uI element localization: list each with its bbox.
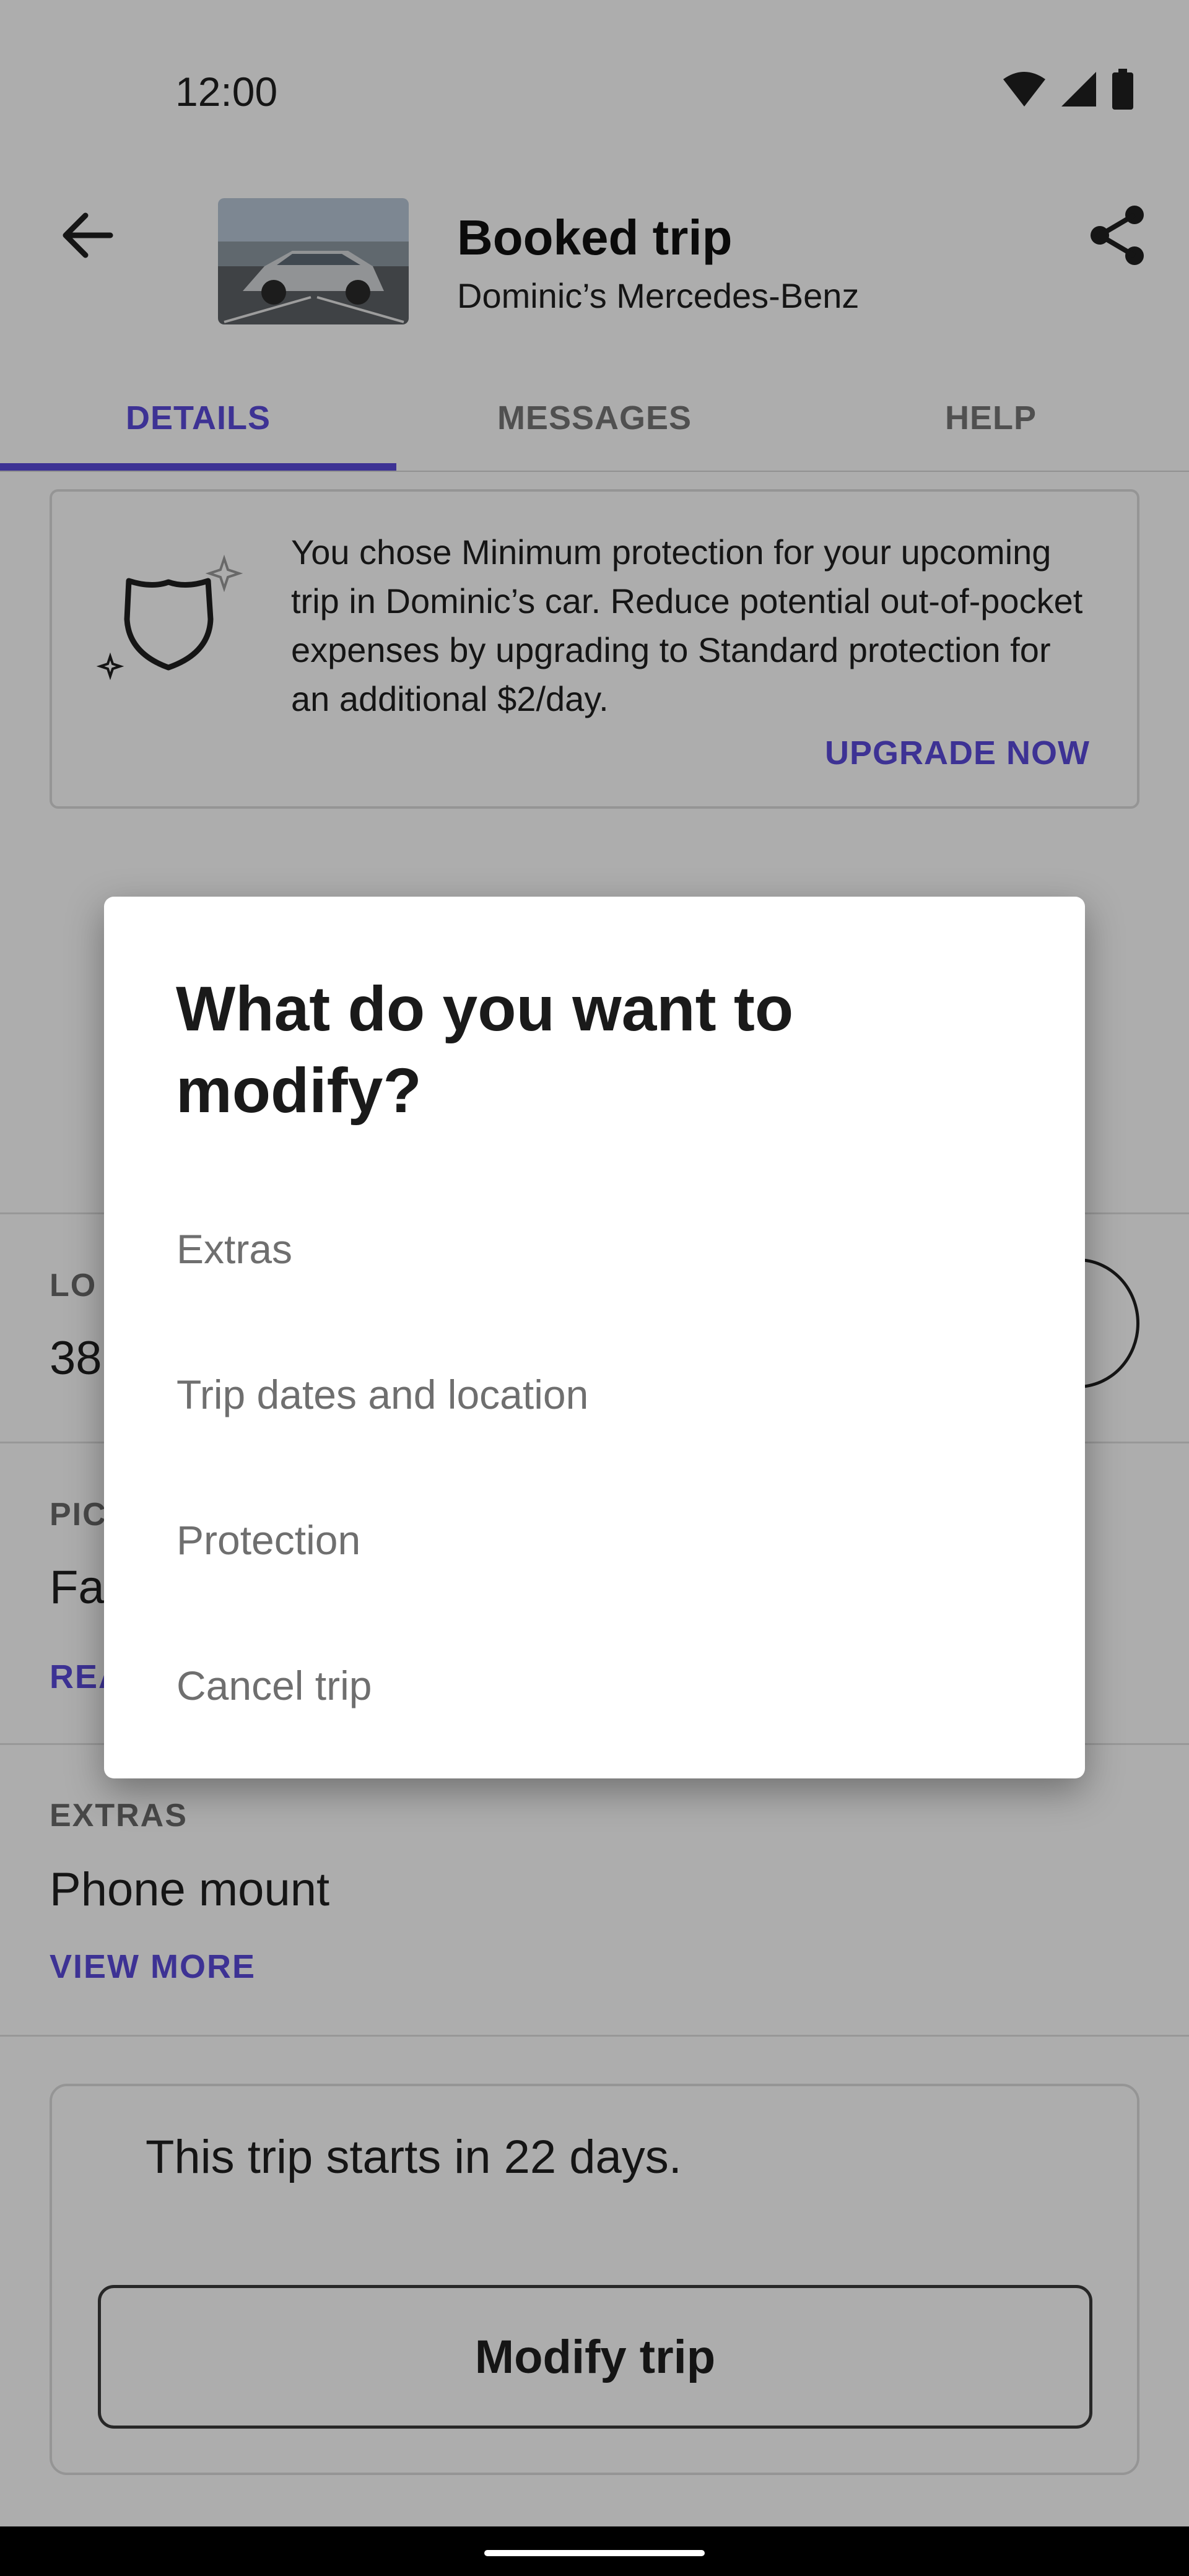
option-protection[interactable]: Protection: [104, 1472, 1085, 1608]
option-extras[interactable]: Extras: [104, 1181, 1085, 1317]
modify-dialog: What do you want to modify? Extras Trip …: [104, 897, 1085, 1778]
dialog-title: What do you want to modify?: [176, 973, 794, 1126]
option-cancel-trip[interactable]: Cancel trip: [104, 1617, 1085, 1754]
home-gesture-handle[interactable]: [484, 2550, 705, 2556]
option-trip-dates-location[interactable]: Trip dates and location: [104, 1326, 1085, 1463]
